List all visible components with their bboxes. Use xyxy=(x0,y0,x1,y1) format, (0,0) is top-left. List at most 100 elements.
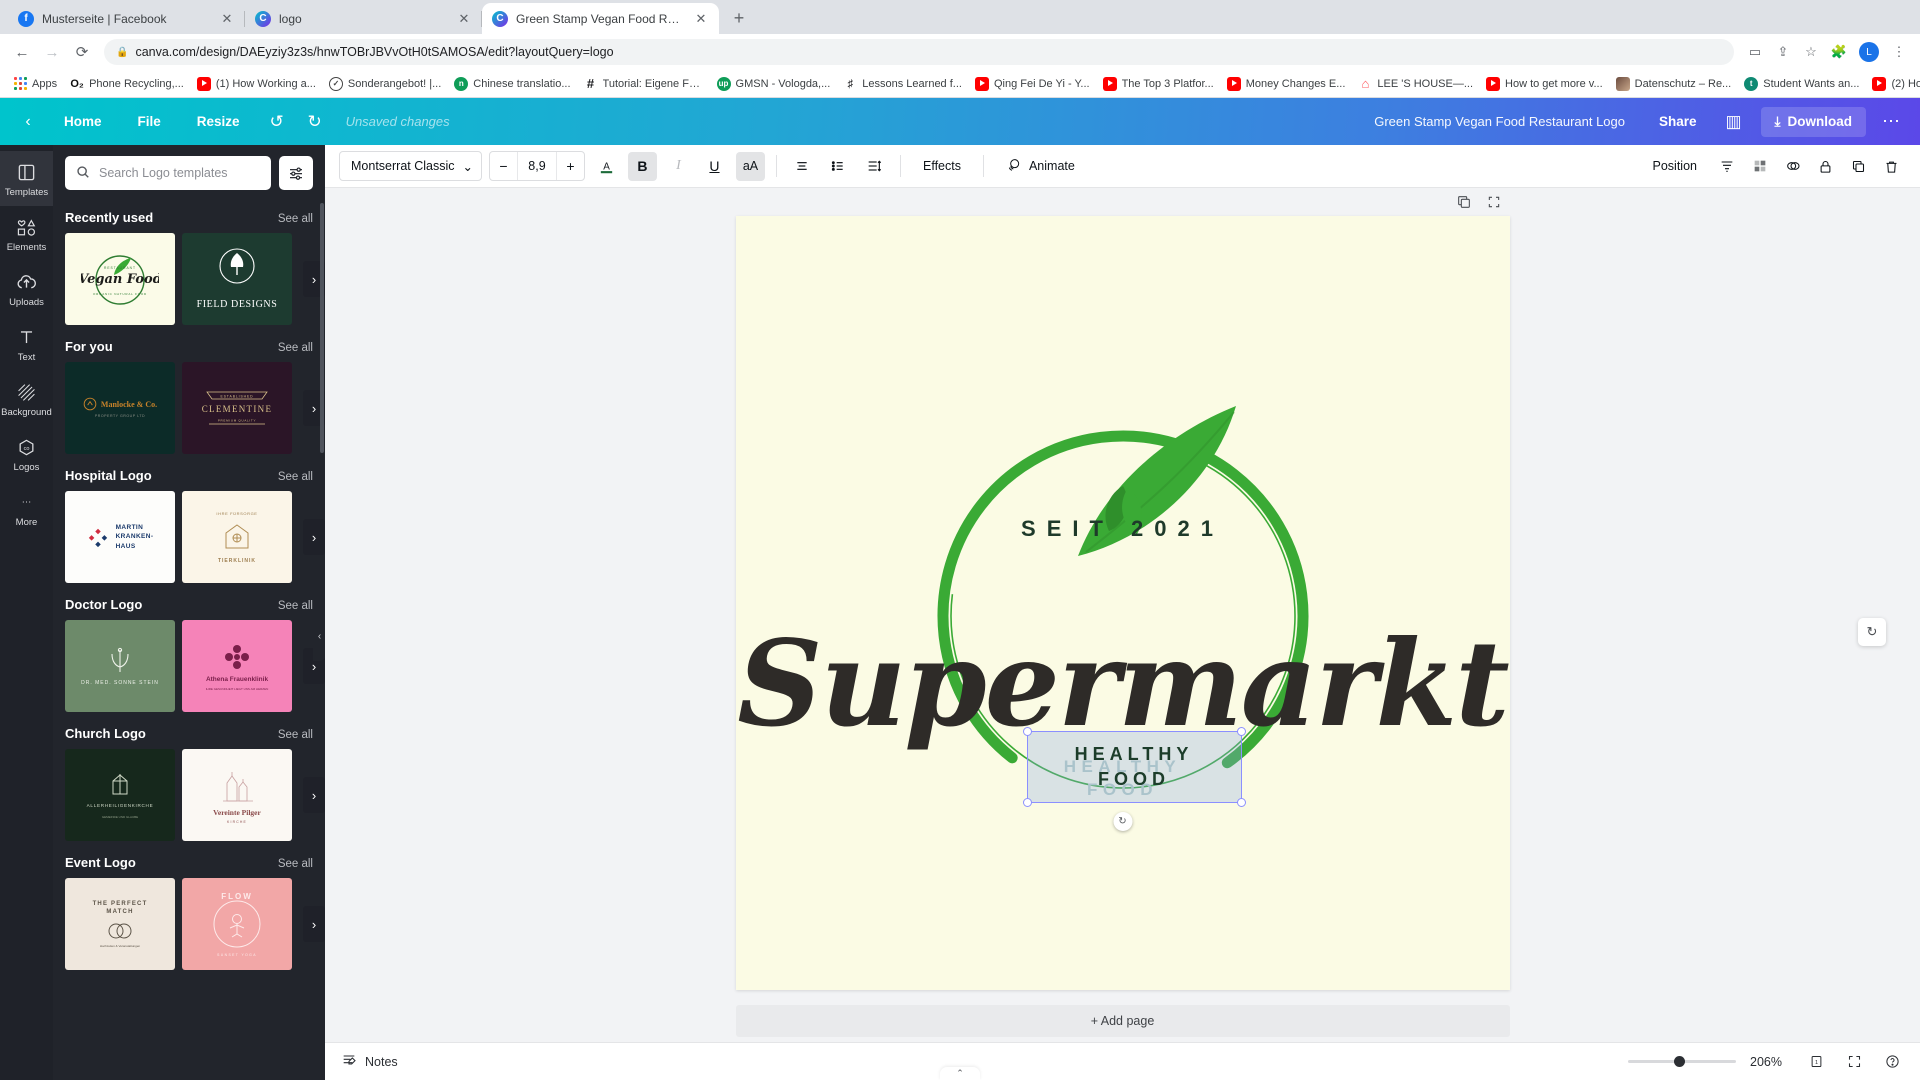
see-all-link[interactable]: See all xyxy=(278,213,313,225)
add-page-button[interactable]: + Add page xyxy=(735,1005,1510,1037)
template-thumbnail[interactable]: DR. MED. SONNE STEIN xyxy=(65,620,175,712)
bold-button[interactable]: B xyxy=(627,151,657,181)
design-title[interactable]: Green Stamp Vegan Food Restaurant Logo xyxy=(1374,114,1625,129)
share-icon[interactable]: ⇪ xyxy=(1770,39,1796,65)
see-all-link[interactable]: See all xyxy=(278,342,313,354)
template-thumbnail[interactable]: Manlocke & Co. PROPERTY GROUP LTD xyxy=(65,362,175,454)
bookmark-item[interactable]: # Tutorial: Eigene Fa... xyxy=(578,74,710,94)
row-next-arrow[interactable]: › xyxy=(303,777,325,813)
duplicate-page-icon[interactable] xyxy=(1456,194,1472,213)
share-button[interactable]: Share xyxy=(1643,107,1713,136)
bullet-list-icon[interactable] xyxy=(824,152,853,181)
forward-icon[interactable]: → xyxy=(38,38,66,66)
panel-collapse-button[interactable]: ‹ xyxy=(313,612,325,661)
resize-handle-br[interactable] xyxy=(1236,798,1246,807)
effects-button[interactable]: Effects xyxy=(912,153,972,179)
bookmark-item[interactable]: O₂ Phone Recycling,... xyxy=(64,74,190,94)
line-spacing-icon[interactable] xyxy=(860,152,889,181)
sidebar-item-more[interactable]: ⋯ More xyxy=(0,481,53,536)
template-thumbnail[interactable]: FIELD DESIGNS xyxy=(182,233,292,325)
zoom-slider[interactable] xyxy=(1628,1056,1736,1067)
underline-button[interactable]: U xyxy=(700,152,729,181)
cast-icon[interactable]: ▭ xyxy=(1742,39,1768,65)
template-thumbnail[interactable]: MARTIN KRANKEN- HAUS xyxy=(65,491,175,583)
font-size-decrease[interactable]: − xyxy=(490,152,517,180)
address-bar[interactable]: 🔒 canva.com/design/DAEyziy3z3s/hnwTOBrJB… xyxy=(104,39,1734,65)
menu-icon[interactable]: ⋮ xyxy=(1886,39,1912,65)
more-horizontal-icon[interactable]: ⋯ xyxy=(1874,106,1908,138)
resize-handle-tl[interactable] xyxy=(1022,727,1032,736)
see-all-link[interactable]: See all xyxy=(278,858,313,870)
chevron-left-icon[interactable]: ‹ xyxy=(12,106,44,138)
rotate-icon[interactable]: ↻ xyxy=(1113,812,1132,831)
lock-icon[interactable] xyxy=(1811,152,1840,181)
sidebar-item-logos[interactable]: co Logos xyxy=(0,426,53,481)
sidebar-item-text[interactable]: Text xyxy=(0,316,53,371)
bookmark-item[interactable]: ♯ Lessons Learned f... xyxy=(837,74,968,94)
align-icon[interactable] xyxy=(788,152,817,181)
font-size-increase[interactable]: + xyxy=(557,152,584,180)
template-thumbnail[interactable]: FLOW SUNSET YOGA xyxy=(182,878,292,970)
bookmark-item[interactable]: (1) How Working a... xyxy=(191,74,322,94)
design-canvas[interactable]: SEIT 2021 Supermarkt HEALTHY FOOD HEALTHY… xyxy=(735,216,1510,990)
selected-text-element[interactable]: HEALTHY FOOD xyxy=(1022,727,1246,807)
zoom-slider-knob[interactable] xyxy=(1674,1056,1685,1067)
bookmark-item[interactable]: t Student Wants an... xyxy=(1738,74,1865,94)
search-input[interactable]: Search Logo templates xyxy=(65,156,271,190)
duplicate-icon[interactable] xyxy=(1778,152,1807,181)
file-menu-button[interactable]: File xyxy=(122,108,177,135)
bookmark-item[interactable]: Qing Fei De Yi - Y... xyxy=(969,74,1096,94)
template-thumbnail[interactable]: IHRE FÜRSORGE TIERKLINIK xyxy=(182,491,292,583)
sidebar-item-elements[interactable]: Elements xyxy=(0,206,53,261)
template-thumbnail[interactable]: Vereinte Pilger KIRCHE xyxy=(182,749,292,841)
help-rotate-icon[interactable]: ↻ xyxy=(1858,618,1886,646)
copy-icon[interactable] xyxy=(1844,152,1873,181)
bookmark-item[interactable]: up GMSN - Vologda,... xyxy=(711,74,837,94)
redo-icon[interactable]: ↻ xyxy=(298,106,332,138)
bookmark-item[interactable]: Datenschutz – Re... xyxy=(1610,74,1738,94)
expand-icon[interactable] xyxy=(1486,194,1502,213)
sidebar-item-background[interactable]: Background xyxy=(0,371,53,426)
back-icon[interactable]: ← xyxy=(8,38,36,66)
panel-scrollbar[interactable] xyxy=(320,203,324,453)
reload-icon[interactable]: ⟳ xyxy=(68,38,96,66)
browser-tab-1[interactable]: C logo ✕ xyxy=(245,3,482,34)
home-button[interactable]: Home xyxy=(48,108,118,135)
animate-button[interactable]: Animate xyxy=(995,151,1086,182)
puzzle-icon[interactable]: 🧩 xyxy=(1826,39,1852,65)
bookmark-apps[interactable]: Apps xyxy=(8,74,63,93)
transparency-icon[interactable] xyxy=(1712,152,1741,181)
see-all-link[interactable]: See all xyxy=(278,729,313,741)
close-icon[interactable]: ✕ xyxy=(219,11,235,27)
resize-handle-tr[interactable] xyxy=(1236,727,1246,736)
position-button[interactable]: Position xyxy=(1642,153,1708,179)
new-tab-button[interactable]: + xyxy=(725,4,753,32)
filter-icon[interactable] xyxy=(279,156,313,190)
template-thumbnail[interactable]: Vegan Food RESTAURANT ORGANIC NATURAL FO… xyxy=(65,233,175,325)
close-icon[interactable]: ✕ xyxy=(456,11,472,27)
bookmark-item[interactable]: ⌂ LEE 'S HOUSE—... xyxy=(1352,74,1479,94)
template-thumbnail[interactable]: ESTABLISHED CLEMENTINE PREMIUM QUALITY xyxy=(182,362,292,454)
see-all-link[interactable]: See all xyxy=(278,600,313,612)
bookmark-item[interactable]: ✓ Sonderangebot! |... xyxy=(323,74,447,94)
browser-tab-2[interactable]: C Green Stamp Vegan Food Res... ✕ xyxy=(482,3,719,34)
bookmark-item[interactable]: (2) How To Add A... xyxy=(1866,74,1920,94)
bookmark-item[interactable]: The Top 3 Platfor... xyxy=(1097,74,1220,94)
undo-icon[interactable]: ↺ xyxy=(260,106,294,138)
help-icon[interactable] xyxy=(1880,1050,1904,1074)
sidebar-item-uploads[interactable]: Uploads xyxy=(0,261,53,316)
sidebar-item-templates[interactable]: Templates xyxy=(0,151,53,206)
template-thumbnail[interactable]: Athena Frauenklinik IHRE GESUNDHEIT LIEG… xyxy=(182,620,292,712)
fullscreen-icon[interactable] xyxy=(1842,1050,1866,1074)
profile-icon[interactable]: L xyxy=(1859,42,1879,62)
notes-button[interactable]: Notes xyxy=(341,1052,398,1071)
trash-icon[interactable] xyxy=(1877,152,1906,181)
analytics-icon[interactable]: ▥ xyxy=(1717,106,1751,138)
template-thumbnail[interactable]: THE PERFECT MATCH Hochzeiten & Veranstalt… xyxy=(65,878,175,970)
close-icon[interactable]: ✕ xyxy=(693,11,709,27)
bookmark-item[interactable]: How to get more v... xyxy=(1480,74,1609,94)
copy-style-icon[interactable] xyxy=(1745,152,1774,181)
resize-handle-bl[interactable] xyxy=(1022,798,1032,807)
row-next-arrow[interactable]: › xyxy=(303,519,325,555)
star-icon[interactable]: ☆ xyxy=(1798,39,1824,65)
